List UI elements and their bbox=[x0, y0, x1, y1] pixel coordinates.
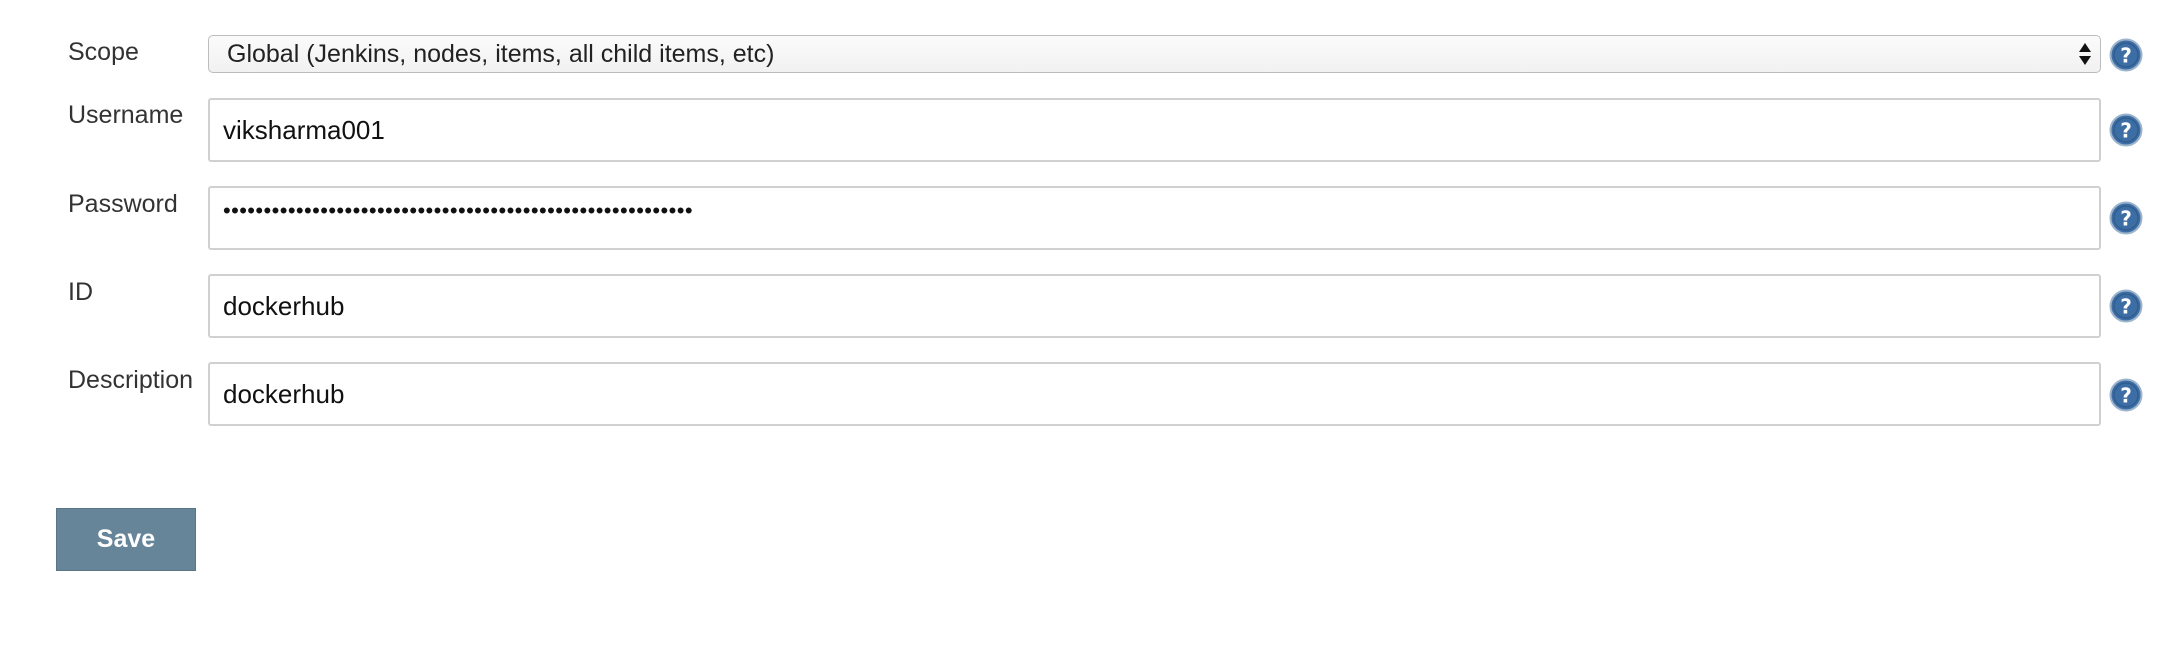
id-field[interactable]: dockerhub bbox=[208, 274, 2101, 338]
credentials-form: Scope Global (Jenkins, nodes, items, all… bbox=[0, 0, 2170, 656]
scope-select-value: Global (Jenkins, nodes, items, all child… bbox=[227, 40, 775, 68]
svg-text:?: ? bbox=[2120, 119, 2132, 143]
description-help-icon[interactable]: ? bbox=[2109, 378, 2143, 412]
id-row: ID dockerhub ? bbox=[0, 272, 2170, 342]
username-label: Username bbox=[68, 101, 184, 129]
username-help-icon[interactable]: ? bbox=[2109, 113, 2143, 147]
password-field[interactable]: ••••••••••••••••••••••••••••••••••••••••… bbox=[208, 186, 2101, 250]
description-value: dockerhub bbox=[223, 379, 345, 409]
username-field[interactable]: viksharma001 bbox=[208, 98, 2101, 162]
description-field[interactable]: dockerhub bbox=[208, 362, 2101, 426]
svg-text:?: ? bbox=[2120, 295, 2132, 319]
up-down-arrows-icon bbox=[2079, 43, 2091, 65]
password-help-icon[interactable]: ? bbox=[2109, 201, 2143, 235]
svg-text:?: ? bbox=[2120, 207, 2132, 231]
username-value: viksharma001 bbox=[223, 115, 385, 145]
id-help-icon[interactable]: ? bbox=[2109, 289, 2143, 323]
username-row: Username viksharma001 ? bbox=[0, 96, 2170, 166]
password-masked-value: ••••••••••••••••••••••••••••••••••••••••… bbox=[223, 198, 693, 223]
scope-help-icon[interactable]: ? bbox=[2109, 38, 2143, 72]
password-label: Password bbox=[68, 190, 178, 218]
id-label: ID bbox=[68, 278, 93, 306]
svg-text:?: ? bbox=[2120, 384, 2132, 408]
scope-select[interactable]: Global (Jenkins, nodes, items, all child… bbox=[208, 35, 2101, 73]
scope-row: Scope Global (Jenkins, nodes, items, all… bbox=[0, 0, 2170, 80]
password-row: Password •••••••••••••••••••••••••••••••… bbox=[0, 184, 2170, 254]
description-label: Description bbox=[68, 366, 194, 394]
save-button[interactable]: Save bbox=[56, 508, 196, 571]
description-row: Description dockerhub ? bbox=[0, 360, 2170, 430]
svg-text:?: ? bbox=[2120, 44, 2132, 68]
scope-label: Scope bbox=[68, 38, 139, 66]
id-value: dockerhub bbox=[223, 291, 345, 321]
